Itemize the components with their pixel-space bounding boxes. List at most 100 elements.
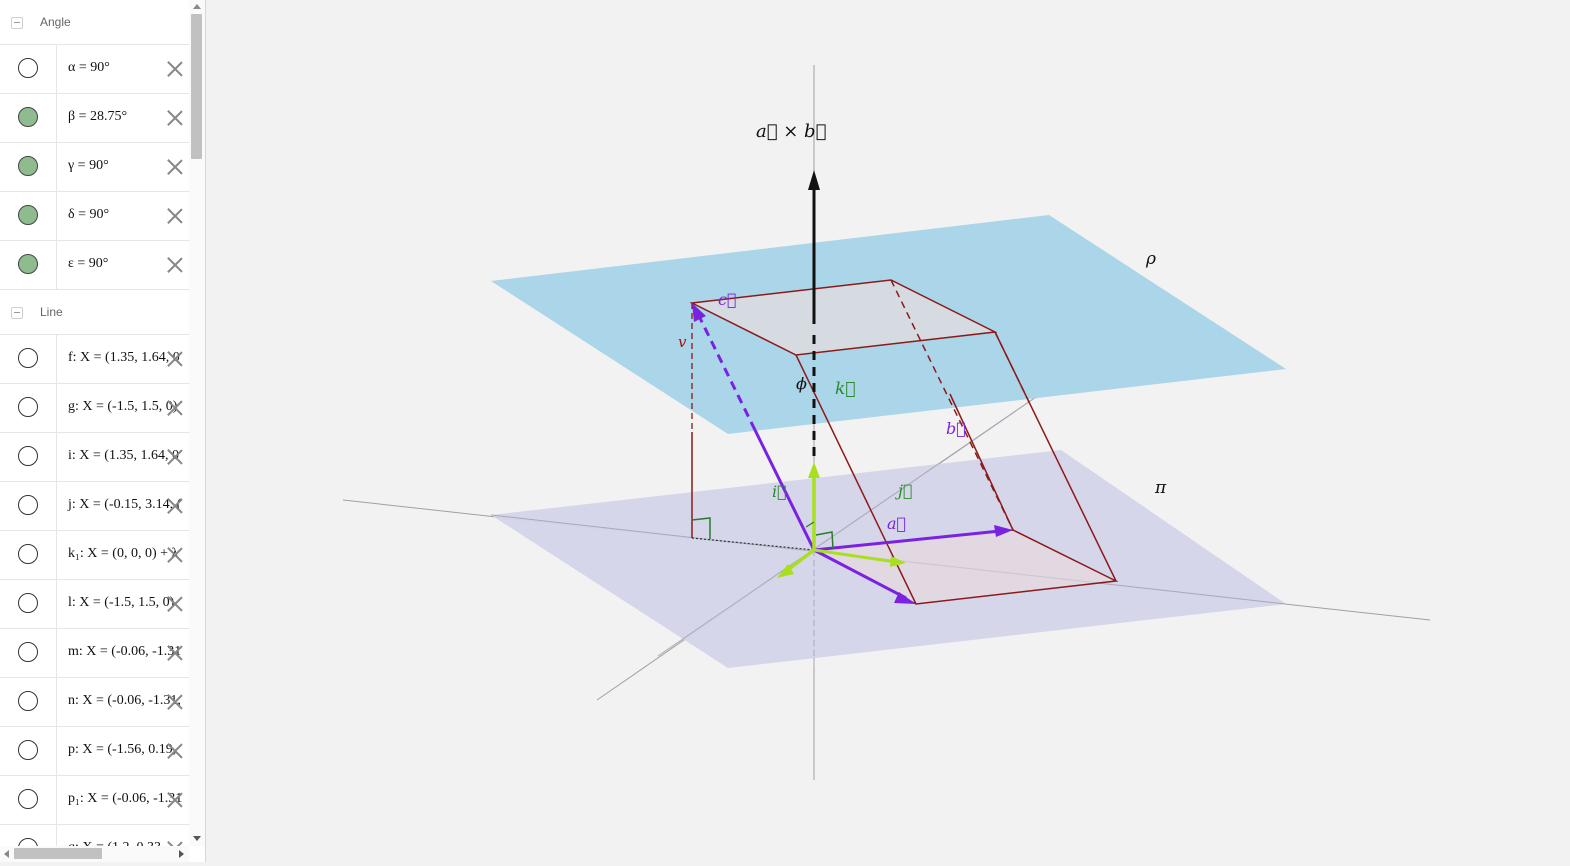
visibility-cell <box>0 433 57 481</box>
algebra-item[interactable]: δ = 90° <box>0 192 189 241</box>
algebra-item[interactable]: n: X = (-0.06, -1.31, <box>0 678 189 727</box>
visibility-cell <box>0 384 57 432</box>
algebra-item[interactable]: p: X = (-1.56, 0.19, <box>0 727 189 776</box>
algebra-item[interactable]: m: X = (-0.06, -1.31 <box>0 629 189 678</box>
delete-x-icon[interactable] <box>166 546 184 564</box>
algebra-expression[interactable]: l: X = (-1.5, 1.5, 0) <box>68 595 174 611</box>
scroll-left-arrow-icon[interactable] <box>4 850 9 858</box>
group-header-0: Angle <box>0 0 189 45</box>
algebra-item[interactable]: k₁: X = (0, 0, 0) + λ <box>0 531 189 580</box>
visibility-cell <box>0 727 57 775</box>
visibility-toggle-icon[interactable] <box>18 205 38 225</box>
algebra-expression[interactable]: g: X = (-1.5, 1.5, 0) <box>68 399 177 415</box>
algebra-expression[interactable]: n: X = (-0.06, -1.31, <box>68 693 181 709</box>
algebra-item[interactable]: f: X = (1.35, 1.64, 0 <box>0 335 189 384</box>
visibility-toggle-icon[interactable] <box>18 593 38 613</box>
algebra-item[interactable]: l: X = (-1.5, 1.5, 0) <box>0 580 189 629</box>
algebra-expression[interactable]: f: X = (1.35, 1.64, 0 <box>68 350 180 366</box>
group-header-1: Line <box>0 290 189 335</box>
algebra-expression[interactable]: i: X = (1.35, 1.64, 0 <box>68 448 179 464</box>
visibility-cell <box>0 629 57 677</box>
algebra-list: Angle α = 90° β = 28.75° γ = 90° δ = 90° ε = … <box>0 0 189 862</box>
visibility-cell <box>0 678 57 726</box>
algebra-expression[interactable]: m: X = (-0.06, -1.31 <box>68 644 181 660</box>
vertical-scroll-thumb[interactable] <box>191 14 202 159</box>
graphics-3d-view[interactable]: a⃗ × b⃗ ρ π c⃗ v ϕ k⃗ b⃗ i⃗ j⃗ a⃗ <box>210 0 1570 862</box>
delete-x-icon[interactable] <box>166 207 184 225</box>
visibility-cell <box>0 143 57 191</box>
algebra-item[interactable]: β = 28.75° <box>0 94 189 143</box>
visibility-toggle-icon[interactable] <box>18 446 38 466</box>
scroll-down-arrow-icon[interactable] <box>193 836 201 841</box>
algebra-expression[interactable]: p: X = (-1.56, 0.19, <box>68 742 176 758</box>
delete-x-icon[interactable] <box>166 60 184 78</box>
delete-x-icon[interactable] <box>166 791 184 809</box>
visibility-cell <box>0 335 57 383</box>
delete-x-icon[interactable] <box>166 158 184 176</box>
algebra-view: Angle α = 90° β = 28.75° γ = 90° δ = 90° ε = … <box>0 0 206 862</box>
group-label: Line <box>40 305 63 319</box>
visibility-toggle-icon[interactable] <box>18 740 38 760</box>
label-v: v <box>678 333 687 351</box>
algebra-expression[interactable]: α = 90° <box>68 60 110 76</box>
delete-x-icon[interactable] <box>166 350 184 368</box>
label-phi: ϕ <box>796 374 807 393</box>
label-i: i⃗ <box>772 482 787 501</box>
visibility-cell <box>0 45 57 93</box>
delete-x-icon[interactable] <box>166 693 184 711</box>
algebra-expression[interactable]: γ = 90° <box>68 158 109 174</box>
label-k: k⃗ <box>835 379 856 399</box>
algebra-expression[interactable]: j: X = (-0.15, 3.14, ( <box>68 497 181 513</box>
scroll-right-arrow-icon[interactable] <box>179 850 184 858</box>
delete-x-icon[interactable] <box>166 644 184 662</box>
visibility-toggle-icon[interactable] <box>18 58 38 78</box>
scroll-up-arrow-icon[interactable] <box>193 4 201 9</box>
label-a: a⃗ <box>887 514 906 533</box>
delete-x-icon[interactable] <box>166 595 184 613</box>
visibility-cell <box>0 482 57 530</box>
algebra-item[interactable]: α = 90° <box>0 45 189 94</box>
delete-x-icon[interactable] <box>166 742 184 760</box>
visibility-cell <box>0 580 57 628</box>
algebra-expression[interactable]: ε = 90° <box>68 256 108 272</box>
visibility-toggle-icon[interactable] <box>18 789 38 809</box>
visibility-toggle-icon[interactable] <box>18 397 38 417</box>
label-c: c⃗ <box>718 290 737 309</box>
label-rho: ρ <box>1145 249 1156 269</box>
visibility-toggle-icon[interactable] <box>18 156 38 176</box>
visibility-toggle-icon[interactable] <box>18 691 38 711</box>
horizontal-scroll-thumb[interactable] <box>14 848 102 859</box>
delete-x-icon[interactable] <box>166 109 184 127</box>
visibility-cell <box>0 241 57 289</box>
delete-x-icon[interactable] <box>166 497 184 515</box>
algebra-item[interactable]: g: X = (-1.5, 1.5, 0) <box>0 384 189 433</box>
visibility-cell <box>0 531 57 579</box>
algebra-expression[interactable]: δ = 90° <box>68 207 109 223</box>
algebra-item[interactable]: j: X = (-0.15, 3.14, ( <box>0 482 189 531</box>
delete-x-icon[interactable] <box>166 256 184 274</box>
algebra-expression[interactable]: β = 28.75° <box>68 109 127 125</box>
visibility-toggle-icon[interactable] <box>18 348 38 368</box>
delete-x-icon[interactable] <box>166 399 184 417</box>
graphics-canvas[interactable]: a⃗ × b⃗ ρ π c⃗ v ϕ k⃗ b⃗ i⃗ j⃗ a⃗ <box>210 0 1570 862</box>
algebra-expression[interactable]: k₁: X = (0, 0, 0) + λ <box>68 546 178 562</box>
delete-x-icon[interactable] <box>166 448 184 466</box>
algebra-item[interactable]: p₁: X = (-0.06, -1.31 <box>0 776 189 825</box>
visibility-toggle-icon[interactable] <box>18 642 38 662</box>
cross-arrowhead <box>808 170 820 190</box>
label-cross-product: a⃗ × b⃗ <box>756 121 826 142</box>
visibility-toggle-icon[interactable] <box>18 544 38 564</box>
algebra-item[interactable]: γ = 90° <box>0 143 189 192</box>
visibility-toggle-icon[interactable] <box>18 107 38 127</box>
visibility-toggle-icon[interactable] <box>18 254 38 274</box>
horizontal-scrollbar[interactable] <box>0 846 189 862</box>
collapse-minus-icon[interactable] <box>11 307 23 319</box>
collapse-minus-icon[interactable] <box>11 17 23 29</box>
visibility-cell <box>0 192 57 240</box>
label-j: j⃗ <box>895 481 913 500</box>
vertical-scrollbar[interactable] <box>189 0 205 846</box>
group-label: Angle <box>40 15 71 29</box>
algebra-item[interactable]: i: X = (1.35, 1.64, 0 <box>0 433 189 482</box>
visibility-toggle-icon[interactable] <box>18 495 38 515</box>
algebra-item[interactable]: ε = 90° <box>0 241 189 290</box>
